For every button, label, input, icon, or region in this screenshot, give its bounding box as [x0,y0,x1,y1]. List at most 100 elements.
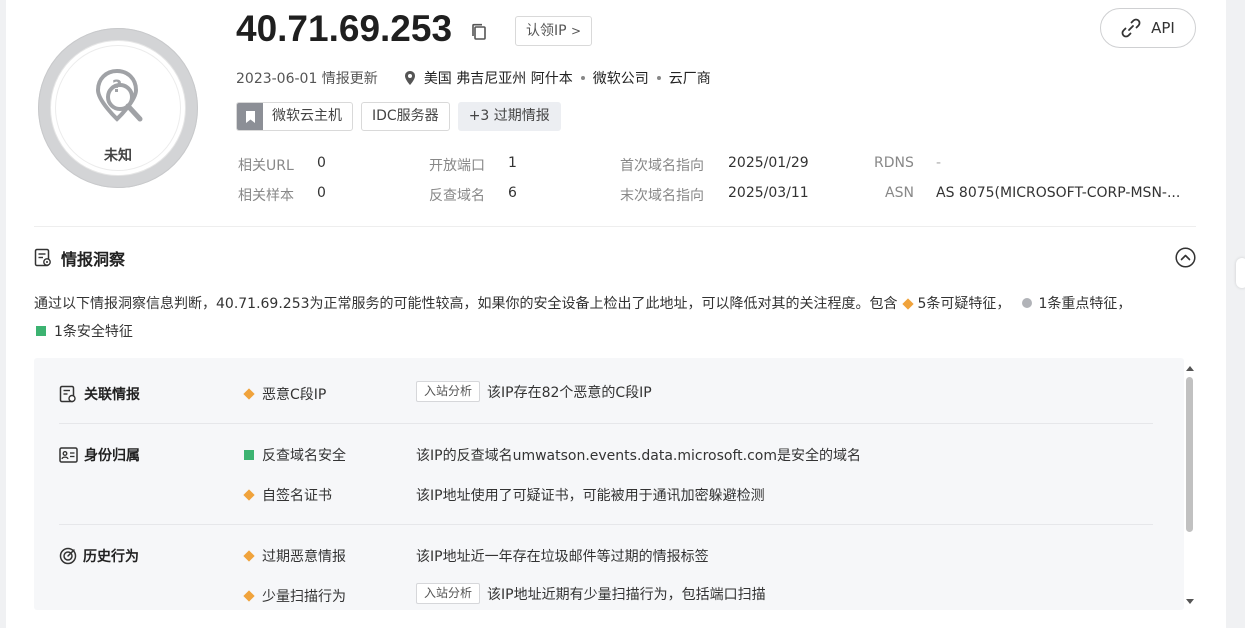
tag-expired-more[interactable]: +3 过期情报 [457,102,561,131]
update-date: 2023-06-01 情报更新 [236,71,378,87]
feature-desc-text: 该IP地址使用了可疑证书，可能被用于通讯加密躲避检测 [416,488,765,504]
location-text: 美国 弗吉尼亚州 阿什本 [423,71,573,87]
tag-microsoft-cloud[interactable]: 微软云主机 [236,102,353,131]
feature-desc: 该IP地址近一年存在垃圾邮件等过期的情报标签 [416,546,709,566]
side-handle[interactable] [1236,258,1245,288]
reverse-domain-value[interactable]: 6 [508,185,517,201]
feature-malicious-c-segment: 恶意C段IP [242,384,326,404]
org-text: 微软公司 [592,71,649,87]
api-label: API [1151,19,1175,37]
first-domain-label: 首次域名指向 [620,158,704,174]
asn-value[interactable]: AS 8075(MICROSOFT-CORP-MSN-... [936,185,1194,201]
safe-marker [242,450,256,460]
suspicious-marker [242,388,256,400]
feature-desc: 该IP的反查域名umwatson.events.data.microsoft.c… [416,445,861,465]
related-sample-label: 相关样本 [238,188,294,204]
tag-label: +3 过期情报 [468,108,550,124]
separator-dot [656,76,661,80]
page-title: 40.71.69.253 [236,8,453,49]
rdns-label: RDNS [874,155,914,171]
insight-panel: 关联情报 恶意C段IP 入站分析 该IP存在82个恶意的C段IP 身份归属 反查… [34,358,1184,610]
feature-label: 反查域名安全 [262,448,346,464]
suspicious-marker [242,550,256,562]
scroll-down-icon[interactable] [1185,598,1195,606]
last-domain-label: 末次域名指向 [620,188,704,204]
meta-line: 2023-06-01 情报更新 美国 弗吉尼亚州 阿什本 微软公司 云厂商 [236,68,711,88]
inbound-analysis-badge[interactable]: 入站分析 [416,583,481,604]
group-divider [59,423,1153,424]
feature-desc-text: 该IP的反查域名umwatson.events.data.microsoft.c… [416,448,862,464]
chevron-up-icon[interactable] [1175,247,1196,268]
related-url-label: 相关URL [238,158,294,174]
key-marker [1022,290,1033,318]
feature-desc: 入站分析 该IP地址近期有少量扫描行为，包括端口扫描 [416,583,766,604]
group-title-identity: 身份归属 [59,445,140,465]
claim-ip-label: 认领IP [526,23,567,39]
suspicious-marker [242,489,256,501]
group-title-text: 关联情报 [84,387,140,403]
tag-label: IDC服务器 [372,108,439,124]
separator-dot [580,76,585,80]
api-button[interactable]: API [1100,8,1196,48]
header-divider [34,226,1196,227]
tag-list: 微软云主机 IDC服务器 +3 过期情报 [236,102,561,131]
risk-status-avatar: ? 未知 [38,28,198,188]
inbound-analysis-badge[interactable]: 入站分析 [416,381,481,402]
insight-section-title: 情报洞察 [34,246,125,270]
group-divider [59,524,1153,525]
scrollbar-thumb[interactable] [1186,377,1193,532]
related-intel-icon [59,385,76,402]
group-title-related: 关联情报 [59,384,140,404]
tag-label: 微软云主机 [272,108,342,124]
category-text: 云厂商 [668,71,711,87]
feature-reverse-domain-safe: 反查域名安全 [242,445,346,465]
scroll-up-icon[interactable] [1185,364,1195,372]
summary-text: 通过以下情报洞察信息判断，40.71.69.253为正常服务的可能性较高，如果你… [34,296,898,312]
insight-title-text: 情报洞察 [61,250,126,269]
bookmark-icon [237,103,263,130]
svg-text:?: ? [112,77,122,97]
feature-label: 恶意C段IP [262,387,327,403]
last-domain-value: 2025/03/11 [728,185,809,201]
group-title-text: 历史行为 [83,549,139,565]
feature-label: 少量扫描行为 [262,589,346,605]
insight-summary: 通过以下情报洞察信息判断，40.71.69.253为正常服务的可能性较高，如果你… [34,290,1196,346]
rdns-value: - [936,155,942,171]
claim-ip-button[interactable]: 认领IP > [515,16,593,46]
suspicious-marker [242,590,256,602]
feature-desc-text: 该IP地址近一年存在垃圾邮件等过期的情报标签 [416,549,709,565]
feature-expired-malicious: 过期恶意情报 [242,546,346,566]
tag-idc-server[interactable]: IDC服务器 [361,102,450,131]
link-icon [1121,18,1141,38]
reverse-domain-label: 反查域名 [429,188,485,204]
suspicious-marker [901,290,914,318]
related-url-value[interactable]: 0 [317,155,326,171]
feature-desc-text: 该IP地址近期有少量扫描行为，包括端口扫描 [487,586,766,603]
open-ports-value[interactable]: 1 [508,155,517,171]
asn-label: ASN [885,185,914,201]
target-icon [59,547,77,565]
safe-count: 1条安全特征 [54,324,133,340]
feature-label: 过期恶意情报 [262,549,346,565]
first-domain-value: 2025/01/29 [728,155,809,171]
status-label: 未知 [104,148,132,164]
related-sample-value[interactable]: 0 [317,185,326,201]
location-pin-icon [404,71,415,85]
id-card-icon [59,447,78,463]
report-icon [34,248,51,267]
key-count: 1条重点特征， [1038,296,1132,312]
copy-icon[interactable] [470,23,488,41]
feature-self-signed-cert: 自签名证书 [242,485,332,505]
open-ports-label: 开放端口 [429,158,485,174]
group-title-history: 历史行为 [59,546,139,566]
avatar-inner: ? 未知 [51,41,185,175]
feature-desc: 该IP地址使用了可疑证书，可能被用于通讯加密躲避检测 [416,485,765,505]
feature-light-scan: 少量扫描行为 [242,586,346,606]
feature-desc: 入站分析 该IP存在82个恶意的C段IP [416,381,652,402]
safe-marker [36,318,46,346]
suspicious-count: 5条可疑特征， [917,296,1011,312]
feature-desc-text: 该IP存在82个恶意的C段IP [487,384,652,401]
unknown-search-icon: ? [96,68,143,122]
chevron-right-icon: > [571,24,582,38]
group-title-text: 身份归属 [84,448,140,464]
